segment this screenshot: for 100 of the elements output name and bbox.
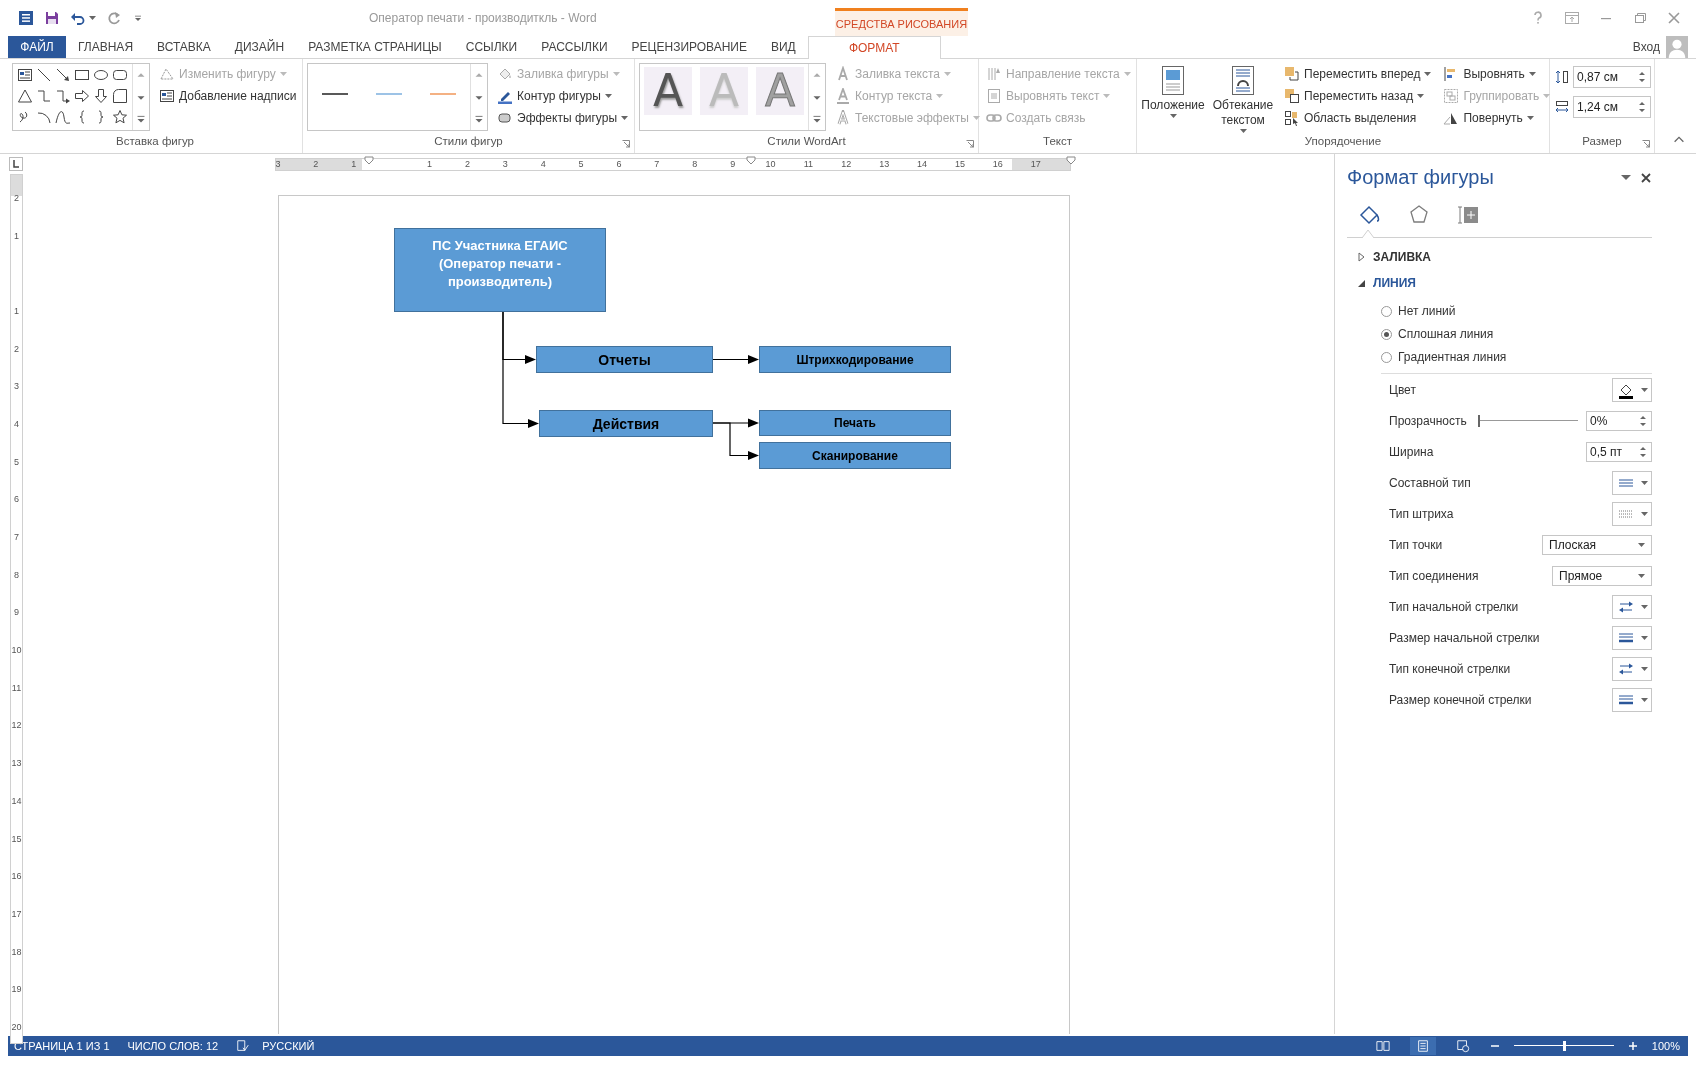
ribbon-tab[interactable]: ДИЗАЙН bbox=[222, 36, 297, 58]
word-count[interactable]: ЧИСЛО СЛОВ: 12 bbox=[127, 1040, 219, 1052]
ribbon-tab[interactable]: ССЫЛКИ bbox=[453, 36, 530, 58]
ribbon-command[interactable]: Контур фигуры bbox=[494, 85, 631, 106]
proofing-icon[interactable] bbox=[236, 1039, 251, 1053]
color-picker-button[interactable] bbox=[1612, 377, 1652, 402]
dropdown-button[interactable] bbox=[1612, 594, 1652, 619]
ribbon-tab[interactable]: ВИД bbox=[759, 36, 808, 58]
ribbon-tab[interactable]: ФОРМАТ bbox=[807, 36, 941, 59]
file-tab[interactable]: ФАЙЛ bbox=[8, 36, 66, 58]
group-label: Размер bbox=[1582, 134, 1622, 149]
ribbon-tab[interactable]: РАЗМЕТКА СТРАНИЦЫ bbox=[296, 36, 454, 58]
caret-icon bbox=[1638, 573, 1645, 578]
right-arrow-icon[interactable] bbox=[74, 88, 90, 104]
ruler-number: 14 bbox=[11, 795, 22, 806]
ribbon-command[interactable]: Добавление надписи bbox=[156, 85, 300, 106]
redo-icon[interactable] bbox=[106, 10, 122, 26]
ruler-number: 1 bbox=[14, 305, 19, 316]
size-properties-icon[interactable] bbox=[1457, 203, 1481, 227]
section-header[interactable]: ЛИНИЯ bbox=[1373, 276, 1416, 290]
ribbon-command[interactable]: Повернуть bbox=[1440, 107, 1554, 128]
dropdown-button[interactable] bbox=[1612, 625, 1652, 650]
ribbon-command[interactable]: Область выделения bbox=[1281, 107, 1435, 128]
size-field[interactable]: 1,24 см bbox=[1573, 96, 1651, 118]
ruler-number: 13 bbox=[879, 159, 890, 170]
option-label[interactable]: Градиентная линия bbox=[1398, 350, 1507, 364]
ruler-number: 6 bbox=[616, 159, 622, 170]
elbow-arrow-icon[interactable] bbox=[55, 88, 71, 104]
ruler-number: 1 bbox=[427, 159, 432, 170]
property-label: Тип штриха bbox=[1389, 506, 1454, 521]
ribbon-tab[interactable]: РЕЦЕНЗИРОВАНИЕ bbox=[619, 36, 759, 58]
large-ribbon-button[interactable]: Обтекание текстом bbox=[1211, 63, 1275, 135]
ribbon-tab[interactable]: ВСТАВКА bbox=[145, 36, 223, 58]
ribbon-command[interactable]: Переместить назад bbox=[1281, 85, 1435, 106]
radio-button[interactable] bbox=[1381, 328, 1392, 340]
spin-arrows-icon[interactable] bbox=[1639, 414, 1647, 427]
spin-field[interactable]: 0,5 пт bbox=[1586, 441, 1652, 462]
option-label[interactable]: Сплошная линия bbox=[1398, 327, 1494, 341]
wordart-gallery[interactable]: A A A bbox=[639, 63, 826, 131]
group-label: Стили фигур bbox=[434, 134, 503, 149]
spin-arrows-icon[interactable] bbox=[1638, 71, 1646, 83]
right-indent-marker-icon[interactable] bbox=[1066, 156, 1076, 166]
indent-marker-icon[interactable] bbox=[364, 156, 374, 166]
dropdown-button[interactable] bbox=[1612, 656, 1652, 681]
collapse-icon[interactable] bbox=[1357, 278, 1367, 288]
expand-icon[interactable] bbox=[1357, 252, 1367, 262]
dropdown[interactable]: Прямое bbox=[1552, 565, 1652, 586]
ruler-number: 4 bbox=[540, 159, 546, 170]
ribbon-command[interactable]: Выровнять bbox=[1440, 63, 1554, 84]
line-icon[interactable] bbox=[36, 67, 52, 83]
radio-button[interactable] bbox=[1381, 305, 1392, 317]
sign-in-link[interactable]: Вход bbox=[1632, 40, 1660, 54]
ribbon-tab[interactable]: РАССЫЛКИ bbox=[529, 36, 620, 58]
paint-bucket-icon[interactable] bbox=[1357, 203, 1381, 227]
zoom-in-icon[interactable] bbox=[1627, 1041, 1638, 1051]
section-header[interactable]: ЗАЛИВКА bbox=[1373, 250, 1432, 264]
text-box-icon[interactable] bbox=[17, 67, 33, 83]
arc-icon[interactable] bbox=[36, 109, 52, 125]
curve-icon[interactable] bbox=[55, 109, 71, 125]
read-mode-icon bbox=[1375, 1039, 1390, 1053]
ribbon-tab[interactable]: ГЛАВНАЯ bbox=[66, 36, 146, 58]
radio-button[interactable] bbox=[1381, 351, 1392, 363]
size-field[interactable]: 0,87 см bbox=[1573, 66, 1651, 88]
wordart-style[interactable]: A bbox=[644, 67, 692, 115]
arrow-line-icon[interactable] bbox=[55, 67, 71, 83]
rectangle-icon[interactable] bbox=[74, 67, 90, 83]
rounded-corner-shape-icon[interactable] bbox=[112, 88, 128, 104]
text-effects-icon bbox=[835, 109, 851, 126]
group-icon bbox=[1443, 87, 1460, 104]
save-icon[interactable] bbox=[44, 10, 60, 26]
close-icon[interactable] bbox=[1640, 171, 1652, 184]
ribbon-command[interactable]: Эффекты фигуры bbox=[494, 107, 631, 128]
view-button[interactable] bbox=[1409, 1037, 1436, 1055]
indent-marker-icon[interactable] bbox=[746, 156, 756, 166]
property-label: Тип соединения bbox=[1389, 568, 1479, 583]
property-label: Размер начальной стрелки bbox=[1389, 630, 1540, 645]
zoom-slider-thumb[interactable] bbox=[1562, 1041, 1566, 1051]
rounded-rectangle-icon[interactable] bbox=[112, 67, 128, 83]
ribbon-command[interactable]: Переместить вперед bbox=[1281, 63, 1435, 84]
zoom-level[interactable]: 100% bbox=[1651, 1040, 1680, 1052]
restore-icon[interactable] bbox=[1632, 10, 1648, 26]
spin-field[interactable]: 0% bbox=[1586, 410, 1652, 431]
dialog-launcher-icon[interactable] bbox=[965, 139, 975, 149]
document-icon[interactable] bbox=[18, 10, 34, 26]
dropdown[interactable]: Плоская bbox=[1542, 534, 1652, 555]
language-indicator[interactable]: РУССКИЙ bbox=[262, 1040, 315, 1052]
down-arrow-icon[interactable] bbox=[93, 88, 109, 104]
dialog-launcher-icon[interactable] bbox=[621, 139, 631, 149]
shapes-gallery[interactable] bbox=[12, 63, 150, 131]
ruler-number: 10 bbox=[765, 159, 776, 170]
dropdown-button[interactable] bbox=[1612, 687, 1652, 712]
tab-selector-icon[interactable] bbox=[9, 157, 23, 171]
large-ribbon-button[interactable]: Положение bbox=[1141, 63, 1205, 120]
dialog-launcher-icon[interactable] bbox=[1641, 139, 1651, 149]
star-icon[interactable] bbox=[112, 109, 128, 125]
oval-icon[interactable] bbox=[93, 67, 109, 83]
option-label[interactable]: Нет линий bbox=[1398, 304, 1456, 318]
spin-arrows-icon[interactable] bbox=[1639, 445, 1647, 458]
spin-arrows-icon[interactable] bbox=[1638, 101, 1646, 113]
triangle-icon[interactable] bbox=[17, 88, 33, 104]
